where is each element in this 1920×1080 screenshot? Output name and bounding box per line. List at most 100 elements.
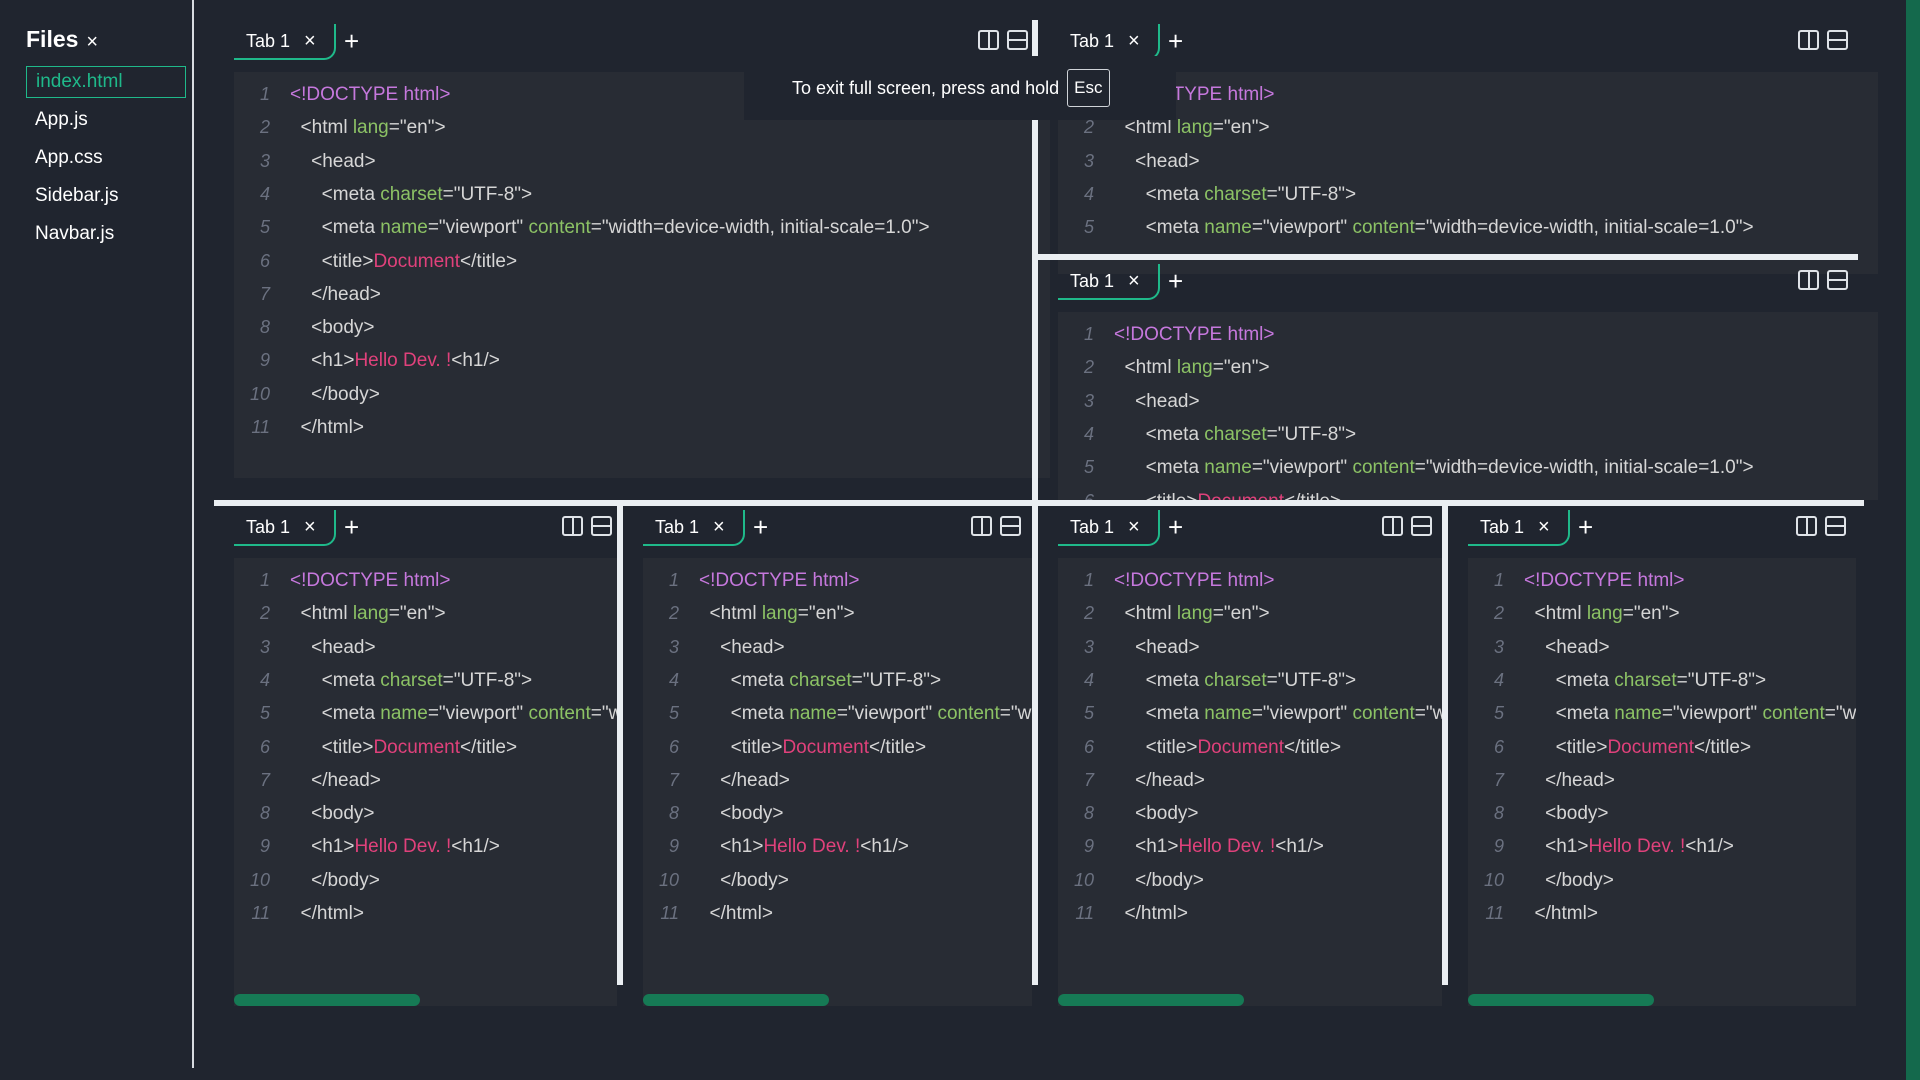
split-vertical-icon[interactable]: [562, 516, 583, 536]
horizontal-scrollbar-thumb[interactable]: [1468, 994, 1654, 1006]
code-line: 9 <h1>Hello Dev. !<h1/>: [234, 830, 617, 863]
tab-1[interactable]: Tab 1 ×: [1468, 510, 1570, 546]
pane-divider-horizontal-right[interactable]: [1038, 254, 1858, 260]
add-tab-icon[interactable]: +: [753, 514, 768, 540]
line-number: 3: [259, 150, 270, 171]
code-text: <meta name="viewport" content="width=dev…: [290, 217, 930, 239]
line-number: 9: [668, 836, 679, 857]
line-number: 5: [259, 703, 270, 724]
split-horizontal-icon[interactable]: [1000, 516, 1021, 536]
tab-1[interactable]: Tab 1 ×: [643, 510, 745, 546]
code-text: </head>: [1114, 769, 1205, 791]
line-number: 9: [1083, 836, 1094, 857]
split-controls: [1798, 30, 1848, 50]
code-text: </html>: [1524, 903, 1598, 924]
split-horizontal-icon[interactable]: [1827, 30, 1848, 50]
code-editor[interactable]: 1<!DOCTYPE html>2 <html lang="en">3 <hea…: [1468, 558, 1856, 1006]
tab-1[interactable]: Tab 1 ×: [1058, 510, 1160, 546]
line-number: 1: [259, 570, 270, 590]
code-text: <meta name="viewport" content="width=dev…: [1524, 703, 1856, 725]
pane-divider-bottom-3[interactable]: [1442, 506, 1448, 985]
close-icon[interactable]: ×: [1128, 271, 1140, 291]
line-number: 1: [1493, 570, 1504, 590]
split-vertical-icon[interactable]: [1798, 30, 1819, 50]
line-number: 6: [259, 736, 270, 757]
code-editor[interactable]: 1<!DOCTYPE html>2 <html lang="en">3 <hea…: [1058, 312, 1878, 500]
tab-1[interactable]: Tab 1 ×: [234, 510, 336, 546]
add-tab-icon[interactable]: +: [1168, 514, 1183, 540]
add-tab-icon[interactable]: +: [1578, 514, 1593, 540]
line-number: 5: [1083, 217, 1094, 238]
pane-divider-bottom-1[interactable]: [617, 506, 623, 985]
code-editor[interactable]: 1<!DOCTYPE html>2 <html lang="en">3 <hea…: [1058, 558, 1442, 1006]
file-item[interactable]: Navbar.js: [26, 218, 186, 250]
code-line: 5 <meta name="viewport" content="width=d…: [1058, 211, 1878, 244]
code-line: 3 <head>: [1058, 631, 1442, 664]
vertical-scrollbar[interactable]: [1906, 0, 1920, 1080]
split-horizontal-icon[interactable]: [591, 516, 612, 536]
split-vertical-icon[interactable]: [1798, 270, 1819, 290]
pane-divider-horizontal[interactable]: [214, 500, 1864, 506]
horizontal-scrollbar-thumb[interactable]: [643, 994, 829, 1006]
file-item[interactable]: App.js: [26, 104, 186, 136]
code-line: 3 <head>: [1468, 631, 1856, 664]
code-editor[interactable]: 1<!DOCTYPE html>2 <html lang="en">3 <hea…: [234, 558, 617, 1006]
code-line: 2 <html lang="en">: [1468, 597, 1856, 630]
code-text: <!DOCTYPE html>: [1114, 324, 1275, 345]
code-text: <head>: [699, 636, 785, 658]
tab-label: Tab 1: [1070, 516, 1115, 537]
code-text: <body>: [290, 803, 375, 825]
horizontal-scrollbar-thumb[interactable]: [234, 994, 420, 1006]
close-icon[interactable]: ×: [304, 517, 316, 537]
split-horizontal-icon[interactable]: [1825, 516, 1846, 536]
code-text: </html>: [290, 417, 364, 438]
close-icon[interactable]: ×: [1128, 31, 1140, 51]
editor-pane: Tab 1 × +1 <!DOCTYPE html> 2 <html lang="en"…: [214, 506, 617, 1006]
file-item[interactable]: App.css: [26, 142, 186, 174]
split-vertical-icon[interactable]: [971, 516, 992, 536]
code-line: 6 <title>Document</title>: [1468, 731, 1856, 764]
add-tab-icon[interactable]: +: [344, 514, 359, 540]
code-line: 4 <meta charset="UTF-8">: [1058, 178, 1878, 211]
close-icon[interactable]: ×: [713, 517, 725, 537]
code-text: </head>: [1524, 769, 1615, 791]
code-line: 5 <meta name="viewport" content="width=d…: [643, 697, 1032, 730]
close-icon[interactable]: ×: [1128, 517, 1140, 537]
tab-1[interactable]: Tab 1 ×: [1058, 264, 1160, 300]
split-vertical-icon[interactable]: [1382, 516, 1403, 536]
code-text: <!DOCTYPE html>: [699, 570, 860, 591]
code-text: <meta charset="UTF-8">: [1114, 423, 1357, 445]
split-horizontal-icon[interactable]: [1411, 516, 1432, 536]
split-horizontal-icon[interactable]: [1827, 270, 1848, 290]
code-line: 3 <head>: [234, 631, 617, 664]
split-vertical-icon[interactable]: [1796, 516, 1817, 536]
horizontal-scrollbar-thumb[interactable]: [1058, 994, 1244, 1006]
line-number: 2: [1083, 357, 1094, 378]
line-number: 2: [259, 603, 270, 624]
split-vertical-icon[interactable]: [978, 30, 999, 50]
code-editor[interactable]: 1<!DOCTYPE html>2 <html lang="en">3 <hea…: [643, 558, 1032, 1006]
tab-1[interactable]: Tab 1 ×: [1058, 24, 1160, 60]
sidebar-close-icon[interactable]: ×: [86, 32, 98, 52]
add-tab-icon[interactable]: +: [1168, 268, 1183, 294]
close-icon[interactable]: ×: [1538, 517, 1550, 537]
code-text: <meta charset="UTF-8">: [290, 183, 533, 205]
file-item[interactable]: Sidebar.js: [26, 180, 186, 212]
add-tab-icon[interactable]: +: [1168, 28, 1183, 54]
code-editor[interactable]: 1<!DOCTYPE html>2 <html lang="en">3 <hea…: [234, 72, 1050, 478]
line-number: 10: [249, 869, 270, 890]
close-icon[interactable]: ×: [304, 31, 316, 51]
code-text: <meta name="viewport" content="width=dev…: [1114, 217, 1754, 239]
file-item[interactable]: index.html: [26, 66, 186, 98]
line-number: 7: [259, 283, 270, 304]
code-line: 3 <head>: [643, 631, 1032, 664]
line-number: 2: [1083, 603, 1094, 624]
tab-1[interactable]: Tab 1 ×: [234, 24, 336, 60]
code-editor[interactable]: 1<!DOCTYPE html>2 <html lang="en">3 <hea…: [1058, 72, 1878, 274]
code-line: 10 </body>: [643, 864, 1032, 897]
add-tab-icon[interactable]: +: [344, 28, 359, 54]
split-horizontal-icon[interactable]: [1007, 30, 1028, 50]
code-line: 4 <meta charset="UTF-8">: [1058, 664, 1442, 697]
code-line: 11 </html>: [234, 411, 1050, 444]
esc-key-badge: Esc: [1067, 69, 1110, 107]
